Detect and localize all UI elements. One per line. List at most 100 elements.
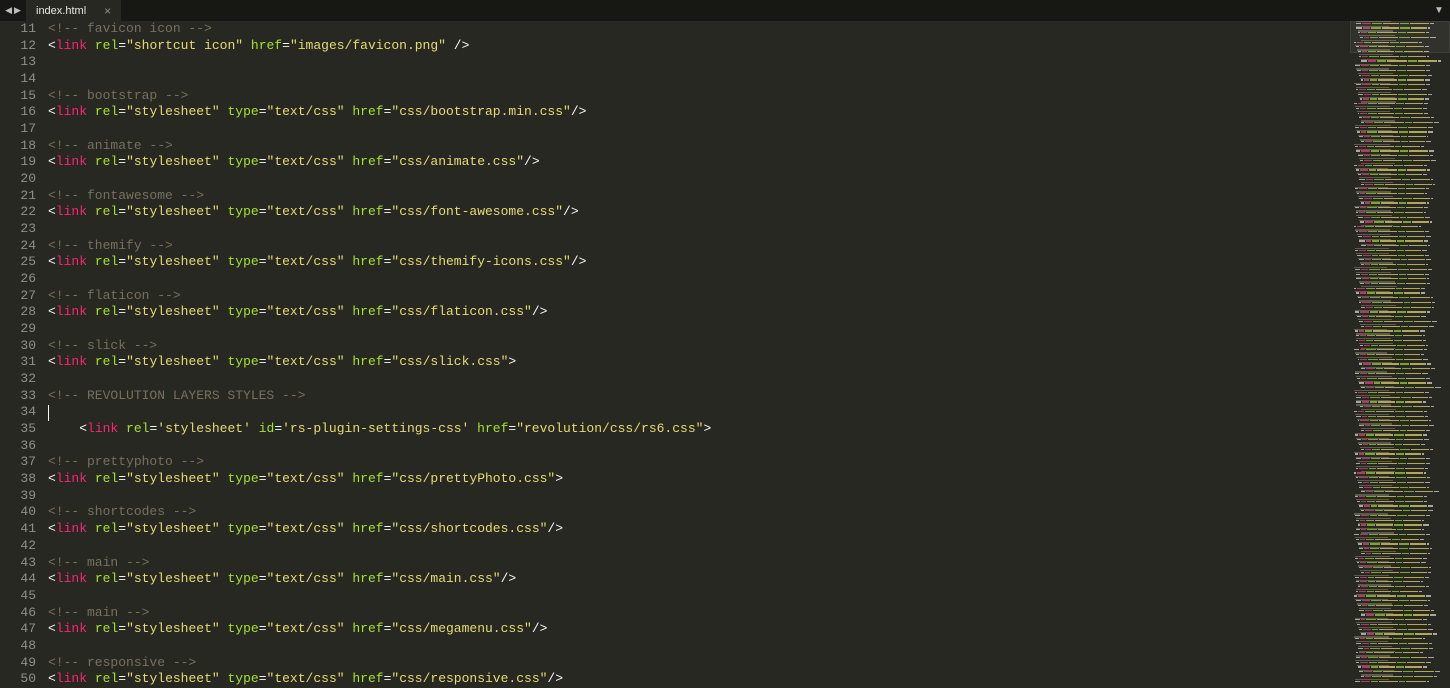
code-line[interactable]: <!-- prettyphoto --> — [48, 454, 1350, 471]
code-line[interactable]: <link rel="stylesheet" type="text/css" h… — [48, 254, 1350, 271]
code-line[interactable]: <link rel="stylesheet" type="text/css" h… — [48, 354, 1350, 371]
close-icon[interactable]: × — [104, 5, 111, 17]
minimap-viewport[interactable] — [1350, 21, 1450, 53]
code-line[interactable] — [48, 404, 1350, 421]
line-number: 48 — [0, 638, 36, 655]
line-number: 22 — [0, 204, 36, 221]
tab-bar: ◀ ▶ index.html × ▼ — [0, 0, 1450, 21]
line-number: 30 — [0, 338, 36, 355]
token-pun — [220, 254, 228, 269]
code-line[interactable]: <!-- animate --> — [48, 138, 1350, 155]
code-area[interactable]: <!-- favicon icon --><link rel="shortcut… — [48, 21, 1350, 688]
token-attr: rel — [95, 38, 118, 53]
token-str: "stylesheet" — [126, 354, 220, 369]
code-line[interactable]: <!-- responsive --> — [48, 655, 1350, 672]
token-pun: < — [48, 154, 56, 169]
token-cmt: <!-- REVOLUTION LAYERS STYLES --> — [48, 388, 305, 403]
code-line[interactable]: <!-- flaticon --> — [48, 288, 1350, 305]
code-line[interactable] — [48, 171, 1350, 188]
token-attr: rel — [95, 671, 118, 686]
token-pun: = — [118, 621, 126, 636]
code-line[interactable] — [48, 538, 1350, 555]
code-line[interactable]: <link rel="stylesheet" type="text/css" h… — [48, 521, 1350, 538]
tab-history-nav: ◀ ▶ — [0, 0, 26, 21]
token-pun: < — [48, 204, 56, 219]
token-attr: type — [228, 354, 259, 369]
token-tag: link — [56, 154, 87, 169]
code-line[interactable]: <!-- shortcodes --> — [48, 504, 1350, 521]
code-line[interactable]: <link rel="stylesheet" type="text/css" h… — [48, 471, 1350, 488]
line-number: 23 — [0, 221, 36, 238]
nav-forward-icon[interactable]: ▶ — [14, 5, 21, 16]
token-pun — [220, 521, 228, 536]
code-line[interactable]: <link rel="stylesheet" type="text/css" h… — [48, 104, 1350, 121]
code-line[interactable]: <!-- slick --> — [48, 338, 1350, 355]
code-line[interactable] — [48, 121, 1350, 138]
code-line[interactable]: <!-- fontawesome --> — [48, 188, 1350, 205]
token-attr: href — [477, 421, 508, 436]
token-attr: href — [352, 471, 383, 486]
minimap[interactable] — [1350, 21, 1450, 688]
token-cmt: <!-- animate --> — [48, 138, 173, 153]
token-pun: /> — [571, 104, 587, 119]
token-pun: = — [259, 621, 267, 636]
code-line[interactable]: <!-- themify --> — [48, 238, 1350, 255]
code-line[interactable]: <link rel="stylesheet" type="text/css" h… — [48, 154, 1350, 171]
line-number: 20 — [0, 171, 36, 188]
token-attr: type — [228, 521, 259, 536]
token-pun — [87, 571, 95, 586]
code-line[interactable]: <link rel='stylesheet' id='rs-plugin-set… — [48, 421, 1350, 438]
token-str: "css/megamenu.css" — [391, 621, 531, 636]
token-attr: rel — [95, 621, 118, 636]
code-line[interactable]: <!-- favicon icon --> — [48, 21, 1350, 38]
token-attr: href — [352, 671, 383, 686]
token-attr: rel — [95, 254, 118, 269]
code-line[interactable] — [48, 438, 1350, 455]
code-line[interactable]: <!-- main --> — [48, 555, 1350, 572]
code-line[interactable] — [48, 371, 1350, 388]
code-line[interactable] — [48, 71, 1350, 88]
line-number: 45 — [0, 588, 36, 605]
token-str: "text/css" — [267, 671, 345, 686]
token-pun: = — [259, 671, 267, 686]
code-line[interactable] — [48, 638, 1350, 655]
code-line[interactable] — [48, 321, 1350, 338]
token-pun: = — [259, 254, 267, 269]
code-line[interactable]: <link rel="shortcut icon" href="images/f… — [48, 38, 1350, 55]
line-number: 25 — [0, 254, 36, 271]
code-line[interactable] — [48, 588, 1350, 605]
tab-index-html[interactable]: index.html × — [26, 0, 122, 21]
token-cmt: <!-- shortcodes --> — [48, 504, 196, 519]
code-line[interactable]: <link rel="stylesheet" type="text/css" h… — [48, 304, 1350, 321]
token-pun: < — [48, 671, 56, 686]
code-line[interactable]: <!-- bootstrap --> — [48, 88, 1350, 105]
token-attr: href — [352, 304, 383, 319]
code-line[interactable]: <link rel="stylesheet" type="text/css" h… — [48, 621, 1350, 638]
token-str: "text/css" — [267, 621, 345, 636]
token-attr: href — [352, 204, 383, 219]
line-number: 38 — [0, 471, 36, 488]
code-line[interactable]: <!-- main --> — [48, 605, 1350, 622]
token-pun — [87, 621, 95, 636]
code-line[interactable] — [48, 54, 1350, 71]
nav-back-icon[interactable]: ◀ — [5, 5, 12, 16]
code-line[interactable]: <link rel="stylesheet" type="text/css" h… — [48, 204, 1350, 221]
token-pun — [220, 354, 228, 369]
code-line[interactable] — [48, 271, 1350, 288]
token-pun — [118, 421, 126, 436]
token-pun: = — [259, 471, 267, 486]
code-line[interactable] — [48, 221, 1350, 238]
code-line[interactable]: <link rel="stylesheet" type="text/css" h… — [48, 571, 1350, 588]
tab-overflow-dropdown-icon[interactable]: ▼ — [1428, 0, 1450, 21]
token-tag: link — [56, 671, 87, 686]
line-number: 28 — [0, 304, 36, 321]
line-number: 36 — [0, 438, 36, 455]
token-pun: = — [259, 304, 267, 319]
code-line[interactable]: <link rel="stylesheet" type="text/css" h… — [48, 671, 1350, 688]
code-line[interactable] — [48, 488, 1350, 505]
token-tag: link — [56, 38, 87, 53]
token-pun — [220, 621, 228, 636]
token-cmt: <!-- prettyphoto --> — [48, 454, 204, 469]
token-pun — [220, 571, 228, 586]
code-line[interactable]: <!-- REVOLUTION LAYERS STYLES --> — [48, 388, 1350, 405]
